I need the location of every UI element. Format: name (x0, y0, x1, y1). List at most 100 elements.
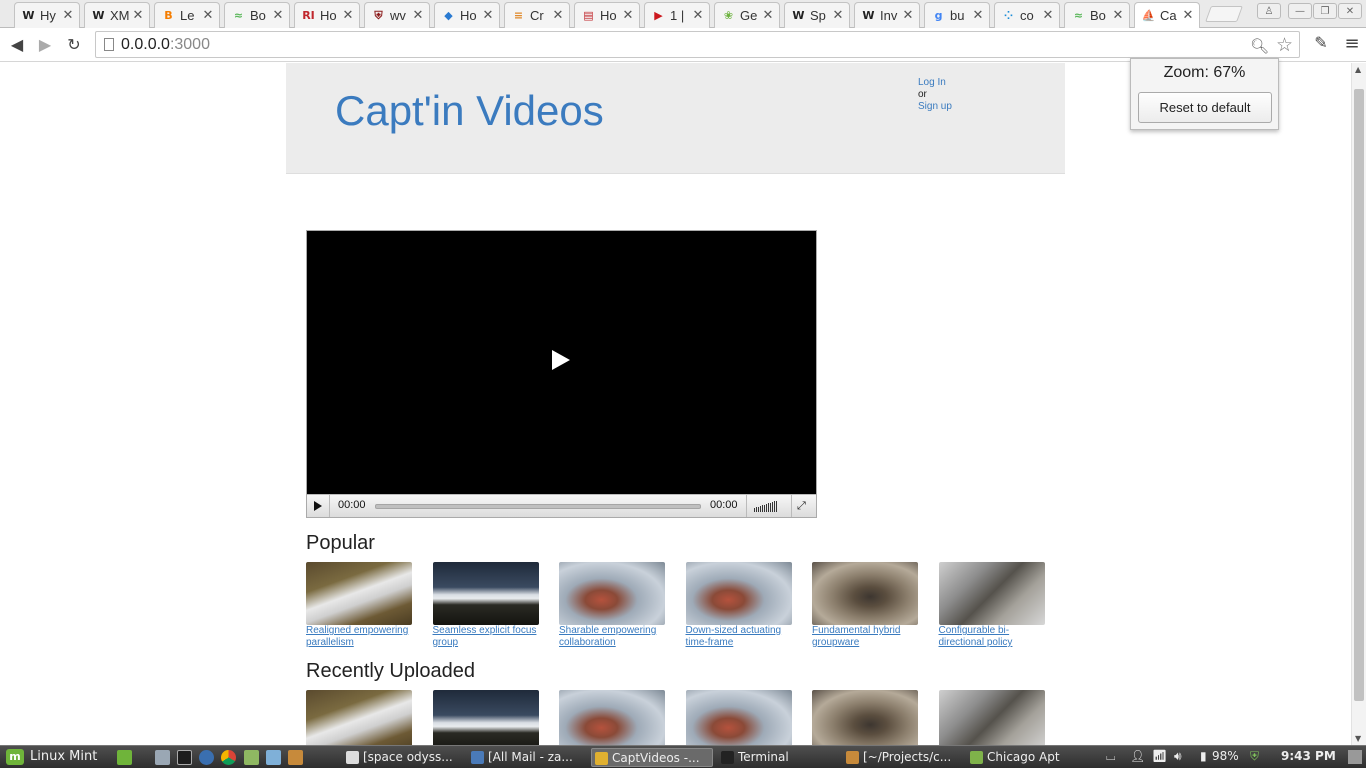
taskbar-window-button[interactable]: [~/Projects/c... (843, 748, 963, 767)
browser-tab[interactable]: ▶ 1 | ✕ (644, 2, 710, 28)
browser-tab[interactable]: ⛵ Ca ✕ (1134, 2, 1200, 28)
mint-logo-icon[interactable]: m (6, 749, 24, 765)
big-play-icon[interactable] (552, 350, 570, 370)
tab-close-icon[interactable]: ✕ (341, 8, 355, 23)
video-card[interactable]: Seamless explicit focus group (432, 562, 539, 649)
tab-close-icon[interactable]: ✕ (901, 8, 915, 23)
scroll-up-icon[interactable]: ▲ (1355, 65, 1361, 74)
update-shield-icon[interactable]: ⛨ (1250, 749, 1259, 764)
minimize-button[interactable]: — (1288, 3, 1312, 19)
browser-tab[interactable]: W Sp ✕ (784, 2, 850, 28)
reload-button[interactable]: ↻ (63, 33, 85, 55)
browser-tab[interactable]: ⁘ co ✕ (994, 2, 1060, 28)
video-thumbnail[interactable] (432, 690, 539, 745)
show-desktop-icon[interactable] (117, 750, 132, 765)
play-button[interactable] (314, 501, 322, 511)
virtualbox-launcher-icon[interactable] (266, 750, 281, 765)
mail-icon[interactable] (155, 750, 170, 765)
user-icon[interactable]: 👤︎ (1130, 749, 1145, 763)
tab-close-icon[interactable]: ✕ (831, 8, 845, 23)
tray-expand-icon[interactable]: ⌴ (1106, 749, 1116, 764)
reset-zoom-button[interactable]: Reset to default (1138, 92, 1272, 123)
extension-icon[interactable]: ✎ (1310, 33, 1332, 55)
browser-tab[interactable]: W Hy ✕ (14, 2, 80, 28)
taskbar-window-button[interactable]: Terminal (718, 748, 838, 767)
video-card[interactable] (559, 690, 665, 745)
browser-tab[interactable]: B Le ✕ (154, 2, 220, 28)
scroll-down-icon[interactable]: ▼ (1355, 734, 1361, 743)
wifi-icon[interactable]: 📶︎ (1152, 749, 1167, 763)
video-title-link[interactable]: Realigned empowering parallelism (306, 625, 412, 649)
login-link[interactable]: Log In (918, 77, 952, 89)
tab-close-icon[interactable]: ✕ (1041, 8, 1055, 23)
signup-link[interactable]: Sign up (918, 101, 952, 113)
tab-close-icon[interactable]: ✕ (1111, 8, 1125, 23)
tab-close-icon[interactable]: ✕ (131, 8, 145, 23)
tab-close-icon[interactable]: ✕ (551, 8, 565, 23)
tab-close-icon[interactable]: ✕ (621, 8, 635, 23)
bookmark-star-icon[interactable]: ☆ (1276, 34, 1293, 56)
video-thumbnail[interactable] (812, 690, 918, 745)
browser-tab[interactable]: RI Ho ✕ (294, 2, 360, 28)
video-thumbnail[interactable] (685, 562, 792, 625)
zoom-icon[interactable]: 🔍︎ (1250, 37, 1269, 55)
taskbar-window-button[interactable]: CaptVideos -... (591, 748, 713, 767)
site-brand[interactable]: Capt'in Videos (335, 87, 604, 135)
video-card[interactable]: Realigned empowering parallelism (306, 562, 412, 649)
video-thumbnail[interactable] (938, 562, 1045, 625)
vertical-scrollbar[interactable]: ▲ ▼ (1351, 63, 1366, 745)
video-thumbnail[interactable] (306, 690, 412, 745)
browser-tab[interactable]: ❀ Ge ✕ (714, 2, 780, 28)
video-card[interactable] (812, 690, 918, 745)
files-launcher-icon[interactable] (244, 750, 259, 765)
editor-launcher-icon[interactable] (288, 750, 303, 765)
url-text[interactable]: 0.0.0.0:3000 (121, 36, 210, 54)
video-thumbnail[interactable] (559, 562, 665, 625)
tab-close-icon[interactable]: ✕ (411, 8, 425, 23)
browser-menu-icon[interactable]: ≡ (1341, 33, 1363, 55)
video-thumbnail[interactable] (559, 690, 665, 745)
menu-label[interactable]: Linux Mint (30, 749, 97, 764)
video-card[interactable] (432, 690, 539, 745)
video-card[interactable]: Configurable bi-directional policy (938, 562, 1045, 649)
forward-button[interactable]: ▶ (34, 33, 56, 55)
browser-tab[interactable]: ≈ Bo ✕ (224, 2, 290, 28)
video-title-link[interactable]: Down-sized actuating time-frame (686, 625, 792, 649)
video-card[interactable]: Sharable empowering collaboration (559, 562, 665, 649)
video-card[interactable]: Fundamental hybrid groupware (812, 562, 918, 649)
volume-slider[interactable] (754, 500, 786, 512)
video-thumbnail[interactable] (306, 562, 412, 625)
restore-button[interactable]: ❐ (1313, 3, 1337, 19)
video-card[interactable] (306, 690, 412, 745)
browser-tab[interactable]: ◆ Ho ✕ (434, 2, 500, 28)
browser-tab[interactable]: ≡ Cr ✕ (504, 2, 570, 28)
back-button[interactable]: ◀ (6, 33, 28, 55)
video-title-link[interactable]: Fundamental hybrid groupware (812, 625, 918, 649)
video-thumbnail[interactable] (812, 562, 918, 625)
workspace-switcher-icon[interactable] (1348, 750, 1362, 764)
video-title-link[interactable]: Sharable empowering collaboration (559, 625, 665, 649)
profile-icon[interactable]: ♙ (1257, 3, 1281, 19)
browser-tab[interactable]: W XM ✕ (84, 2, 150, 28)
chrome-launcher-icon[interactable] (221, 750, 236, 765)
video-thumbnail[interactable] (432, 562, 539, 625)
taskbar-window-button[interactable]: [All Mail - za... (468, 748, 586, 767)
browser-tab[interactable]: ≈ Bo ✕ (1064, 2, 1130, 28)
taskbar-window-button[interactable]: Chicago Apt (967, 748, 1085, 767)
tab-close-icon[interactable]: ✕ (691, 8, 705, 23)
scrollbar-thumb[interactable] (1354, 89, 1364, 701)
tab-close-icon[interactable]: ✕ (971, 8, 985, 23)
address-bar[interactable]: 0.0.0.0:3000 🔍︎ ☆ (95, 31, 1300, 58)
video-player[interactable]: 00:00 00:00 ⤢ (306, 230, 817, 518)
thunderbird-launcher-icon[interactable] (199, 750, 214, 765)
tab-close-icon[interactable]: ✕ (201, 8, 215, 23)
video-title-link[interactable]: Seamless explicit focus group (433, 625, 539, 649)
video-card[interactable] (938, 690, 1045, 745)
video-title-link[interactable]: Configurable bi-directional policy (939, 625, 1045, 649)
tab-close-icon[interactable]: ✕ (761, 8, 775, 23)
volume-icon[interactable]: 🔊︎ (1174, 749, 1182, 764)
browser-tab[interactable]: ⛨ wv ✕ (364, 2, 430, 28)
tab-close-icon[interactable]: ✕ (271, 8, 285, 23)
tab-close-icon[interactable]: ✕ (1181, 8, 1195, 23)
taskbar-window-button[interactable]: [space odyss... (343, 748, 463, 767)
